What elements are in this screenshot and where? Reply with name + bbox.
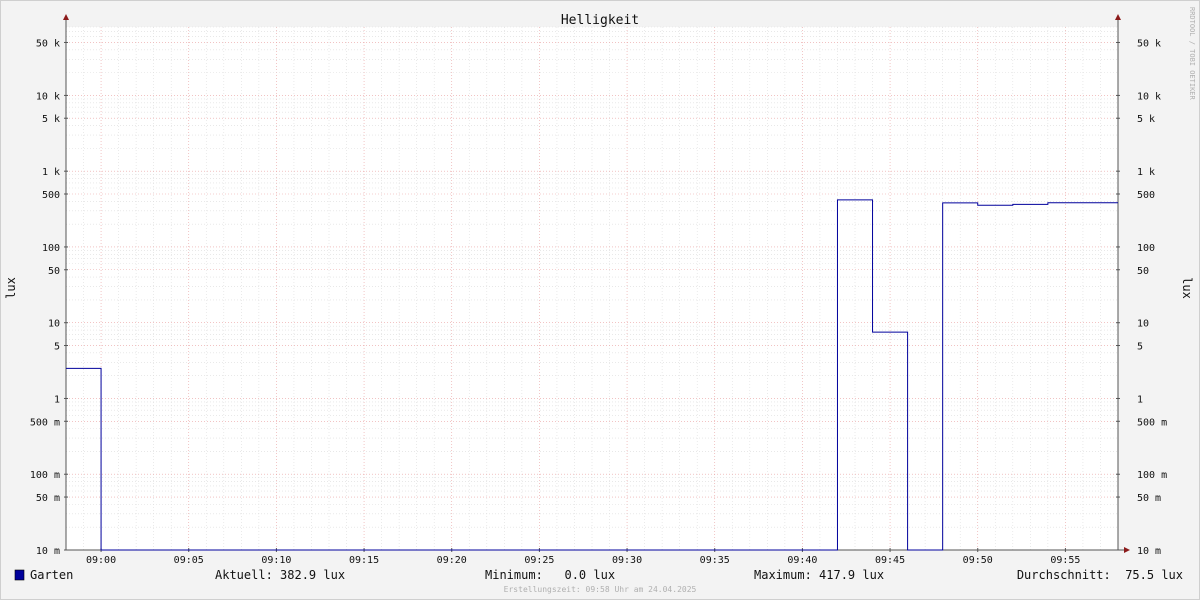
y-tick-label-left: 1 xyxy=(54,394,60,405)
legend-maximum: Maximum: 417.9 lux xyxy=(754,568,884,582)
x-tick-label: 09:00 xyxy=(86,555,116,566)
y-tick-label-left: 50 k xyxy=(36,38,60,49)
y-tick-label-left: 50 xyxy=(48,266,60,277)
x-tick-label: 09:30 xyxy=(612,555,642,566)
x-tick-label: 09:15 xyxy=(349,555,379,566)
chart-svg: 50 k 50 k10 k 10 k5 k5 k1 k1 k500 500100 100… xyxy=(4,7,1196,594)
y-tick-label-right: 5 k xyxy=(1137,114,1155,125)
y-tick-label-left: 10 k xyxy=(36,91,60,102)
y-tick-label-right: 100 m xyxy=(1137,470,1167,481)
y-tick-label-left: 10 xyxy=(48,319,60,330)
y-axis-label-left: lux xyxy=(4,277,18,299)
y-tick-label-left: 10 m xyxy=(36,546,60,557)
x-tick-label: 09:35 xyxy=(700,555,730,566)
y-axis-label-right: lux xyxy=(1180,277,1194,299)
y-tick-label-left: 1 k xyxy=(42,167,60,178)
x-tick-label: 09:25 xyxy=(524,555,554,566)
y-tick-label-left: 5 xyxy=(54,342,60,353)
y-tick-label-right: 10 k xyxy=(1137,91,1161,102)
x-tick-label: 09:40 xyxy=(787,555,817,566)
x-tick-label: 09:05 xyxy=(174,555,204,566)
y-axis-arrow-right xyxy=(1115,14,1121,20)
y-tick-label-right: 10 m xyxy=(1137,546,1161,557)
y-tick-label-left: 50 m xyxy=(36,493,60,504)
y-tick-label-right: 5 xyxy=(1137,342,1143,353)
x-tick-label: 09:50 xyxy=(963,555,993,566)
y-tick-label-right: 1 k xyxy=(1137,167,1155,178)
legend-minimum: Minimum: 0.0 lux xyxy=(485,568,615,582)
x-tick-label: 09:10 xyxy=(261,555,291,566)
chart-title: Helligkeit xyxy=(561,13,639,28)
y-tick-label-left: 100 m xyxy=(30,470,60,481)
footer-timestamp: Erstellungszeit: 09:58 Uhr am 24.04.2025 xyxy=(504,585,697,594)
y-tick-label-left: 500 m xyxy=(30,417,60,428)
x-tick-label: 09:45 xyxy=(875,555,905,566)
watermark: RRDTOOL / TOBI OETIKER xyxy=(1188,7,1196,101)
y-tick-label-right: 10 xyxy=(1137,319,1149,330)
y-tick-label-right: 50 xyxy=(1137,266,1149,277)
y-tick-label-right: 500 m xyxy=(1137,417,1167,428)
y-tick-label-left: 500 xyxy=(42,190,60,201)
legend-series-name: Garten xyxy=(30,568,73,582)
y-axis-arrow-left xyxy=(63,14,69,20)
y-tick-label-right: 50 m xyxy=(1137,493,1161,504)
x-tick-label: 09:55 xyxy=(1050,555,1080,566)
legend-average: Durchschnitt: 75.5 lux xyxy=(1017,568,1183,582)
y-tick-label-left: 100 xyxy=(42,243,60,254)
chart-image: 50 k 50 k 10 k 10 k5 k5 k1 k1 k 500 500 100 100… xyxy=(0,0,1200,600)
y-tick-label-right: 1 xyxy=(1137,394,1143,405)
y-tick-label-right: 100 xyxy=(1137,243,1155,254)
y-tick-label-right: 50 k xyxy=(1137,38,1161,49)
y-tick-label-left: 5 k xyxy=(42,114,60,125)
x-axis-arrow xyxy=(1124,547,1130,553)
legend-swatch xyxy=(14,569,25,581)
grid xyxy=(66,26,1118,551)
y-tick-label-right: 500 xyxy=(1137,190,1155,201)
x-tick-label: 09:20 xyxy=(437,555,467,566)
legend-current: Aktuell: 382.9 lux xyxy=(215,568,345,582)
